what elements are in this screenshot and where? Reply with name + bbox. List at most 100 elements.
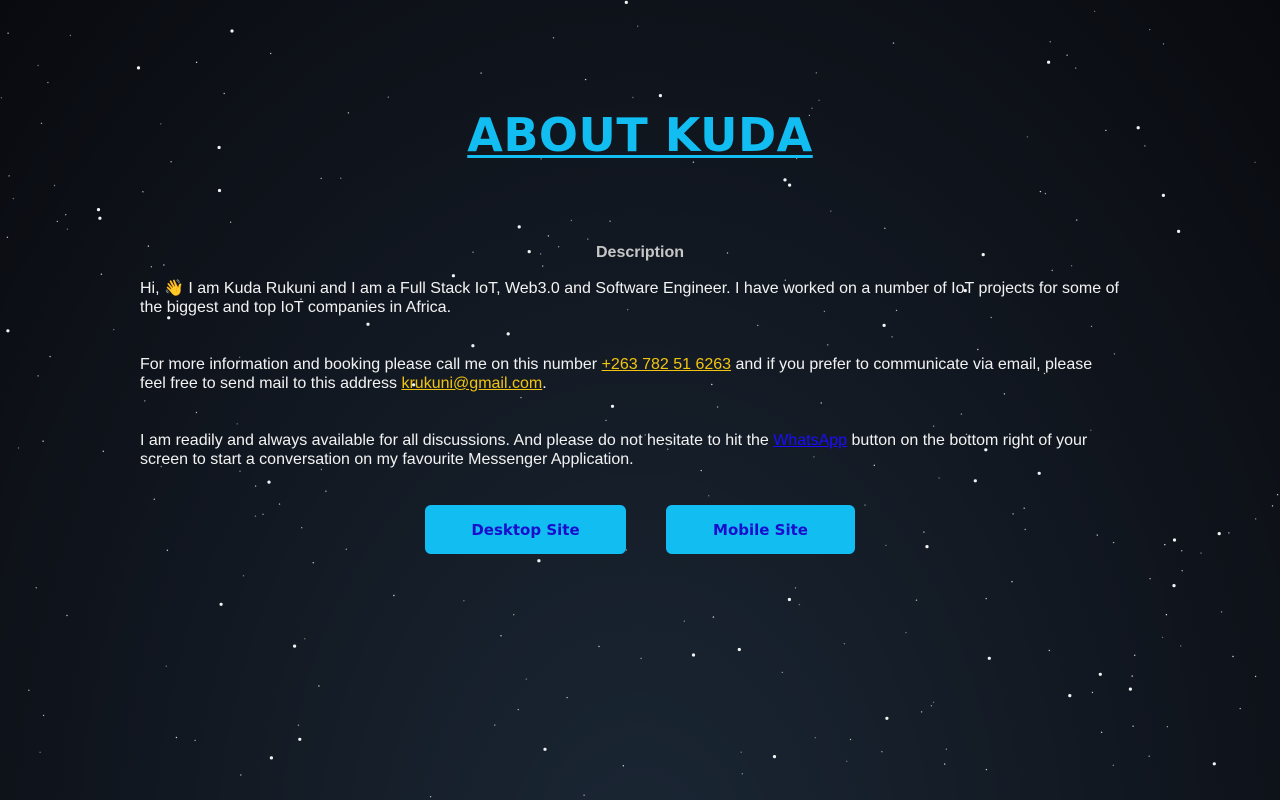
star	[1003, 393, 1006, 395]
star	[318, 685, 320, 687]
star	[217, 188, 222, 193]
star	[53, 184, 56, 187]
star	[49, 355, 51, 358]
star	[610, 404, 615, 408]
star	[945, 748, 948, 750]
star	[1220, 611, 1223, 613]
star	[1181, 570, 1183, 572]
star	[387, 96, 389, 98]
star	[892, 42, 895, 44]
star	[1180, 645, 1182, 647]
star	[480, 72, 482, 74]
star	[219, 602, 223, 606]
star	[905, 631, 907, 634]
star	[144, 400, 146, 402]
star	[814, 737, 816, 739]
star	[624, 0, 628, 4]
star	[1161, 636, 1164, 639]
star	[1098, 672, 1102, 676]
email-link[interactable]: krukuni@gmail.com	[401, 375, 542, 392]
star	[783, 178, 787, 182]
mobile-site-button[interactable]: Mobile Site	[666, 505, 855, 554]
star	[1177, 229, 1181, 233]
star	[542, 265, 544, 267]
star	[8, 175, 10, 177]
star	[1232, 655, 1234, 658]
star	[640, 657, 642, 660]
star	[587, 238, 589, 240]
star	[547, 235, 550, 237]
star	[1112, 541, 1115, 544]
contact-text-start: For more information and booking please …	[140, 356, 602, 373]
star	[985, 597, 987, 600]
star	[787, 597, 792, 602]
star	[293, 644, 297, 648]
star	[230, 29, 234, 33]
star	[429, 796, 432, 798]
star	[100, 273, 103, 275]
star	[973, 479, 977, 483]
star	[741, 773, 743, 775]
star	[882, 323, 886, 327]
phone-link[interactable]: +263 782 51 6263	[602, 356, 731, 373]
star	[66, 228, 69, 230]
desktop-site-button[interactable]: Desktop Site	[425, 505, 626, 554]
star	[304, 638, 306, 640]
star	[920, 711, 923, 713]
star	[537, 559, 541, 563]
star	[1228, 532, 1230, 534]
star	[987, 656, 991, 660]
star	[42, 714, 45, 717]
star	[517, 708, 519, 711]
star	[658, 94, 663, 98]
star	[1149, 578, 1151, 580]
star	[37, 375, 39, 377]
star	[960, 413, 963, 415]
star	[1051, 269, 1053, 272]
star	[494, 724, 496, 726]
title-wrap: ABOUT KUDA	[140, 108, 1140, 162]
star	[598, 645, 600, 648]
star	[781, 671, 783, 674]
star	[700, 469, 702, 472]
star	[340, 177, 342, 179]
star	[195, 61, 198, 63]
star	[163, 264, 165, 266]
star	[1162, 43, 1165, 45]
star	[301, 527, 303, 529]
star	[1047, 60, 1051, 64]
star	[262, 513, 264, 515]
star	[1075, 67, 1077, 69]
availability-paragraph: I am readily and always available for al…	[140, 431, 1120, 469]
star	[113, 328, 115, 331]
star	[17, 447, 20, 449]
star	[297, 724, 300, 726]
star	[1239, 707, 1241, 710]
star	[788, 183, 792, 187]
star	[1076, 219, 1078, 221]
star	[270, 52, 272, 55]
star	[1164, 544, 1166, 546]
star	[820, 402, 822, 404]
star	[843, 643, 846, 645]
star	[1093, 10, 1096, 13]
star	[1166, 726, 1169, 728]
star	[195, 411, 198, 414]
contact-paragraph: For more information and booking please …	[140, 355, 1120, 393]
whatsapp-link[interactable]: WhatsApp	[773, 432, 847, 449]
star	[102, 450, 105, 452]
star	[1276, 494, 1279, 496]
star	[166, 549, 169, 551]
star	[1011, 581, 1013, 583]
star	[42, 440, 44, 442]
star	[56, 220, 58, 223]
star	[39, 751, 41, 753]
star	[520, 396, 522, 399]
star	[1212, 762, 1216, 766]
star	[28, 689, 30, 691]
star	[6, 236, 9, 238]
star	[1149, 28, 1151, 31]
star	[513, 614, 515, 616]
star	[278, 503, 281, 505]
star	[1090, 325, 1093, 328]
